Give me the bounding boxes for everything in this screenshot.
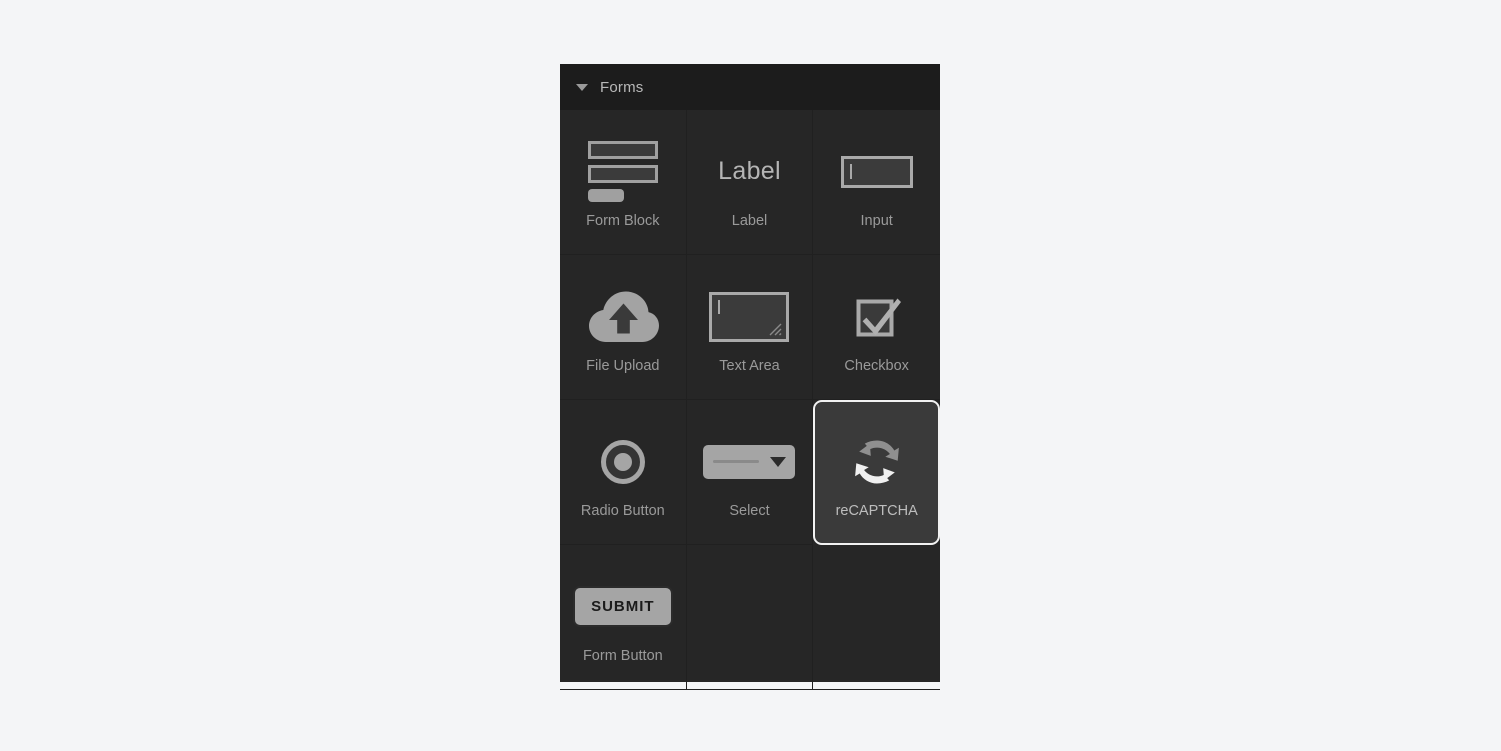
submit-button-icon: SUBMIT xyxy=(560,571,686,643)
grid-item-label: Checkbox xyxy=(844,357,909,374)
radio-button-icon xyxy=(560,426,686,498)
cloud-upload-icon xyxy=(560,281,686,353)
grid-item-label: reCAPTCHA xyxy=(835,503,918,520)
form-block-bar-1 xyxy=(587,141,658,160)
grid-item-form-button[interactable]: SUBMIT Form Button xyxy=(560,545,687,690)
grid-item-label: Text Area xyxy=(719,357,780,374)
form-block-icon xyxy=(560,136,686,208)
form-block-submit-bar xyxy=(587,189,624,203)
checkbox-icon xyxy=(813,281,940,353)
grid-item-label: Select xyxy=(729,502,770,519)
grid-item-text-area[interactable]: Text Area xyxy=(686,255,814,400)
form-block-bar-2 xyxy=(587,165,658,184)
grid-item-label: File Upload xyxy=(586,357,660,374)
text-input-icon xyxy=(813,136,940,208)
grid-item-checkbox[interactable]: Checkbox xyxy=(813,255,940,400)
grid-item-label-element[interactable]: Label Label xyxy=(686,110,814,255)
grid-empty-cell xyxy=(686,545,814,690)
grid-item-recaptcha[interactable]: reCAPTCHA xyxy=(813,400,940,545)
resize-handle-icon xyxy=(769,323,782,336)
grid-item-label: Radio Button xyxy=(580,502,665,519)
recaptcha-refresh-icon xyxy=(815,426,938,498)
chevron-down-icon xyxy=(770,456,787,467)
text-caret-icon xyxy=(849,164,852,180)
grid-item-label: Label xyxy=(731,212,768,229)
text-caret-icon xyxy=(718,299,721,314)
grid-item-label: Form Button xyxy=(582,647,663,664)
select-dropdown-icon xyxy=(687,426,813,498)
select-value-line xyxy=(713,460,760,464)
grid-item-file-upload[interactable]: File Upload xyxy=(560,255,687,400)
canvas: Forms Form Block Label Label Input File … xyxy=(0,0,1501,751)
label-icon-text: Label xyxy=(718,157,781,186)
grid-item-form-block[interactable]: Form Block xyxy=(560,110,687,255)
grid-item-radio-button[interactable]: Radio Button xyxy=(560,400,687,545)
radio-dot-icon xyxy=(613,452,632,471)
grid-item-label: Input xyxy=(860,212,893,229)
label-text-icon: Label xyxy=(687,136,813,208)
text-area-icon xyxy=(687,281,813,353)
triangle-down-icon[interactable] xyxy=(576,83,588,91)
forms-panel: Forms Form Block Label Label Input File … xyxy=(560,64,940,690)
forms-item-grid: Form Block Label Label Input File Upload… xyxy=(560,110,940,690)
panel-title: Forms xyxy=(600,78,644,96)
grid-empty-cell xyxy=(813,545,940,690)
grid-item-select[interactable]: Select xyxy=(686,400,814,545)
grid-item-input[interactable]: Input xyxy=(813,110,940,255)
grid-item-label: Form Block xyxy=(586,212,660,229)
panel-header[interactable]: Forms xyxy=(560,64,940,110)
submit-button-text: SUBMIT xyxy=(573,586,673,628)
